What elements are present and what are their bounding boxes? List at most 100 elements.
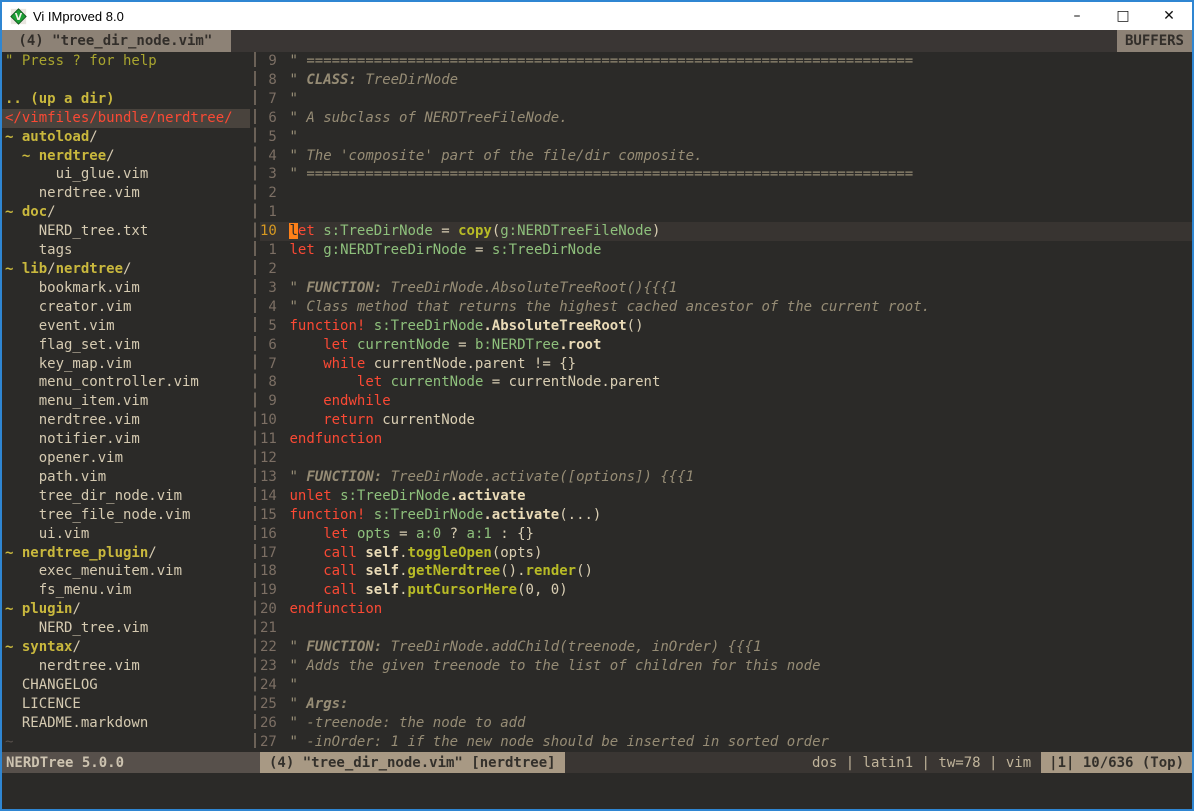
buffers-label[interactable]: BUFFERS <box>1117 30 1192 52</box>
syntax-span-t <box>289 412 323 428</box>
tree-item[interactable]: opener.vim <box>2 449 250 468</box>
code-line[interactable]: 12 <box>260 449 1192 468</box>
tree-item[interactable]: ui.vim <box>2 525 250 544</box>
tree-item[interactable]: creator.vim <box>2 298 250 317</box>
code-line[interactable]: 9 endwhile <box>260 392 1192 411</box>
code-line[interactable]: 2 <box>260 184 1192 203</box>
tree-item[interactable]: ~ nerdtree/ <box>2 147 250 166</box>
tree-item[interactable] <box>2 71 250 90</box>
syntax-span-a: currentNode <box>391 374 484 390</box>
code-line[interactable]: 1let g:NERDTreeDirNode = s:TreeDirNode <box>260 241 1192 260</box>
main-area: " Press ? for help .. (up a dir) </vimfile… <box>2 52 1192 752</box>
code-line[interactable]: 3" FUNCTION: TreeDirNode.AbsoluteTreeRoo… <box>260 279 1192 298</box>
tree-item[interactable]: tree_file_node.vim <box>2 506 250 525</box>
code-line[interactable]: 5function! s:TreeDirNode.AbsoluteTreeRoo… <box>260 317 1192 336</box>
syntax-span-t <box>349 337 357 353</box>
tree-item[interactable]: ~ syntax/ <box>2 638 250 657</box>
code-line[interactable]: 25" Args: <box>260 695 1192 714</box>
tree-item[interactable]: CHANGELOG <box>2 676 250 695</box>
tree-item[interactable]: .. (up a dir) <box>2 90 250 109</box>
code-line[interactable]: 7 while currentNode.parent != {} <box>260 355 1192 374</box>
code-line[interactable]: 19 call self.putCursorHere(0, 0) <box>260 581 1192 600</box>
code-line[interactable]: 8 let currentNode = currentNode.parent <box>260 373 1192 392</box>
code-line[interactable]: 22" FUNCTION: TreeDirNode.addChild(treen… <box>260 638 1192 657</box>
window-controls: – □ ✕ <box>1054 2 1192 30</box>
tree-item[interactable]: README.markdown <box>2 714 250 733</box>
code-line[interactable]: 5" <box>260 128 1192 147</box>
close-button[interactable]: ✕ <box>1146 2 1192 30</box>
code-line[interactable]: 1 <box>260 203 1192 222</box>
tree-item[interactable]: ~ nerdtree_plugin/ <box>2 544 250 563</box>
code-line[interactable]: 17 call self.toggleOpen(opts) <box>260 544 1192 563</box>
code-line[interactable]: 10let s:TreeDirNode = copy(g:NERDTreeFil… <box>260 222 1192 241</box>
tree-item[interactable]: bookmark.vim <box>2 279 250 298</box>
syntax-span-t: = <box>433 223 458 239</box>
code-line[interactable]: 21 <box>260 619 1192 638</box>
command-line[interactable] <box>2 773 1192 809</box>
tree-item[interactable]: ui_glue.vim <box>2 165 250 184</box>
code-line[interactable]: 18 call self.getNerdtree().render() <box>260 562 1192 581</box>
tree-item[interactable]: menu_controller.vim <box>2 373 250 392</box>
relative-line-number: 11 <box>260 430 277 449</box>
tree-item[interactable]: exec_menuitem.vim <box>2 562 250 581</box>
syntax-span-a: b:NERDTree <box>475 337 559 353</box>
code-line[interactable]: 9" =====================================… <box>260 52 1192 71</box>
code-line[interactable]: 6" A subclass of NERDTreeFileNode. <box>260 109 1192 128</box>
tree-item[interactable]: flag_set.vim <box>2 336 250 355</box>
code-line[interactable]: 16 let opts = a:0 ? a:1 : {} <box>260 525 1192 544</box>
code-line[interactable]: 6 let currentNode = b:NERDTree.root <box>260 336 1192 355</box>
syntax-span-f: toggleOpen <box>408 545 492 561</box>
code-line[interactable]: 26" -treenode: the node to add <box>260 714 1192 733</box>
syntax-span-y: .. (up a dir) <box>5 91 115 107</box>
syntax-span-c: " <box>289 696 306 712</box>
relative-line-number: 2 <box>260 260 277 279</box>
tree-item[interactable]: nerdtree.vim <box>2 184 250 203</box>
code-line[interactable]: 13" FUNCTION: TreeDirNode.activate([opti… <box>260 468 1192 487</box>
window-separator[interactable] <box>250 52 260 752</box>
code-line[interactable]: 2 <box>260 260 1192 279</box>
syntax-span-t: currentNode <box>374 412 475 428</box>
tree-item[interactable]: tree_dir_node.vim <box>2 487 250 506</box>
tree-item[interactable]: tags <box>2 241 250 260</box>
tree-item[interactable]: nerdtree.vim <box>2 657 250 676</box>
code-line[interactable]: 8" CLASS: TreeDirNode <box>260 71 1192 90</box>
vim-logo-icon: V <box>10 8 27 25</box>
code-line[interactable]: 15function! s:TreeDirNode.activate(...) <box>260 506 1192 525</box>
tree-item[interactable]: NERD_tree.vim <box>2 619 250 638</box>
code-line[interactable]: 4" The 'composite' part of the file/dir … <box>260 147 1192 166</box>
tree-item[interactable]: key_map.vim <box>2 355 250 374</box>
code-line[interactable]: 24" <box>260 676 1192 695</box>
code-line[interactable]: 7" <box>260 90 1192 109</box>
tree-item[interactable]: fs_menu.vim <box>2 581 250 600</box>
code-line[interactable]: 3" =====================================… <box>260 165 1192 184</box>
tree-item[interactable]: LICENCE <box>2 695 250 714</box>
minimize-button[interactable]: – <box>1054 2 1100 30</box>
syntax-span-k: call <box>323 545 357 561</box>
tree-item[interactable]: path.vim <box>2 468 250 487</box>
code-line[interactable]: 27" -inOrder: 1 if the new node should b… <box>260 733 1192 752</box>
tree-item[interactable]: event.vim <box>2 317 250 336</box>
syntax-span-s: .AbsoluteTreeRoot <box>483 318 626 334</box>
code-line[interactable]: 11endfunction <box>260 430 1192 449</box>
syntax-span-t <box>365 318 373 334</box>
tree-item[interactable]: ~ autoload/ <box>2 128 250 147</box>
tree-item[interactable]: NERD_tree.txt <box>2 222 250 241</box>
syntax-span-k: let <box>323 337 348 353</box>
tree-item[interactable]: </vimfiles/bundle/nerdtree/ <box>2 109 250 128</box>
maximize-button[interactable]: □ <box>1100 2 1146 30</box>
code-line[interactable]: 14unlet s:TreeDirNode.activate <box>260 487 1192 506</box>
tree-item[interactable]: ~ plugin/ <box>2 600 250 619</box>
tree-item[interactable]: menu_item.vim <box>2 392 250 411</box>
code-line[interactable]: 23" Adds the given treenode to the list … <box>260 657 1192 676</box>
code-line[interactable]: 20endfunction <box>260 600 1192 619</box>
relative-line-number: 24 <box>260 676 277 695</box>
tree-item[interactable]: ~ doc/ <box>2 203 250 222</box>
code-line[interactable]: 4" Class method that returns the highest… <box>260 298 1192 317</box>
tree-item[interactable]: ~ <box>2 733 250 752</box>
tree-item[interactable]: nerdtree.vim <box>2 411 250 430</box>
tree-item[interactable]: notifier.vim <box>2 430 250 449</box>
tree-item[interactable]: ~ lib/nerdtree/ <box>2 260 250 279</box>
code-line[interactable]: 10 return currentNode <box>260 411 1192 430</box>
tree-item[interactable]: " Press ? for help <box>2 52 250 71</box>
tab-tree-dir-node[interactable]: (4) "tree_dir_node.vim" <box>2 30 231 52</box>
